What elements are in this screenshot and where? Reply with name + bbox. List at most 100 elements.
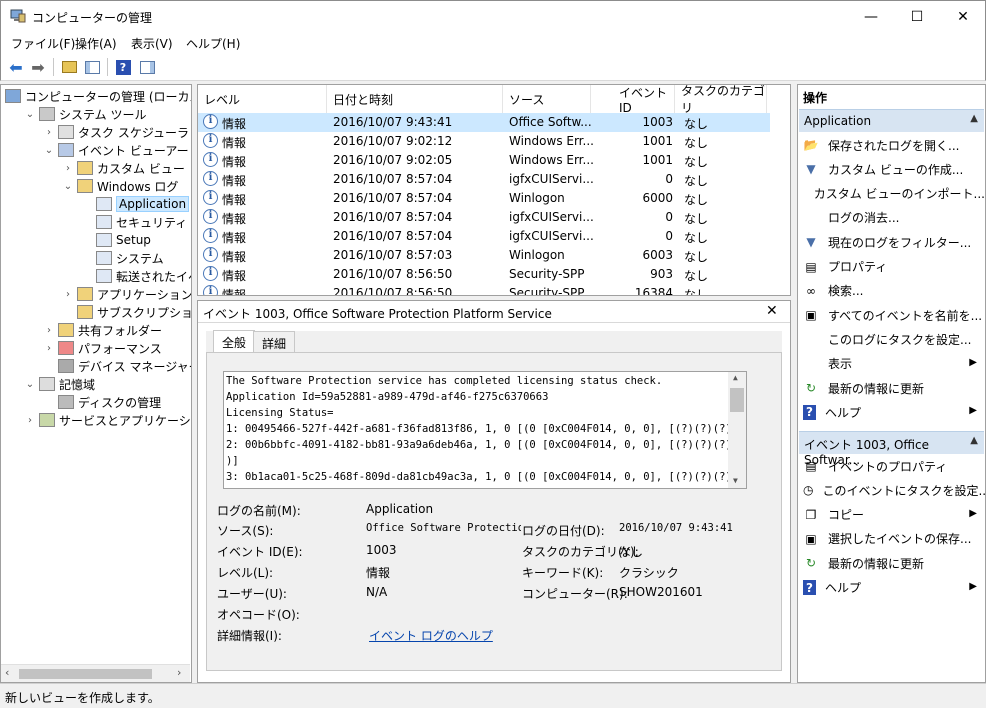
collapse-icon[interactable]: ▲ <box>970 435 978 446</box>
tree-node[interactable]: ⌄ 記憶域 <box>24 375 95 393</box>
action-item[interactable]: ↻ 最新の情報に更新 <box>798 376 985 400</box>
action-item[interactable]: ▤ プロパティ <box>798 255 985 279</box>
collapse-icon[interactable]: ▲ <box>970 113 978 124</box>
scroll-right-icon[interactable]: › <box>177 666 181 679</box>
action-item[interactable]: 表示 ▶ <box>798 352 985 376</box>
table-row[interactable]: i 情報 2016/10/07 8:57:04 igfxCUIServi... 0 なし <box>198 227 770 246</box>
action-item[interactable]: ↻ 最新の情報に更新 <box>798 551 985 575</box>
tree-node[interactable]: › パフォーマンス <box>43 339 162 357</box>
action-item[interactable]: ? ヘルプ ▶ <box>798 576 985 600</box>
action-item[interactable]: カスタム ビューのインポート... <box>798 182 985 206</box>
column-header-event-id[interactable]: イベント ID <box>591 85 675 115</box>
tab-details[interactable]: 詳細 <box>253 331 296 353</box>
tree-node[interactable]: ⌄ Windows ログ <box>62 177 178 195</box>
table-row[interactable]: i 情報 2016/10/07 8:57:04 igfxCUIServi... 0 なし <box>198 208 770 227</box>
action-item[interactable]: ▣ すべてのイベントを名前を... <box>798 303 985 327</box>
column-header-source[interactable]: ソース <box>503 85 591 113</box>
tree-node[interactable]: 転送されたイベント <box>81 267 191 285</box>
menu-action[interactable]: 操作(A) <box>75 35 117 52</box>
tree-horizontal-scrollbar[interactable]: ‹ › <box>1 664 190 682</box>
tree-node[interactable]: サブスクリプション <box>62 303 191 321</box>
action-item[interactable]: ログの消去... <box>798 206 985 230</box>
expander-icon[interactable]: ⌄ <box>43 145 55 156</box>
event-description-box[interactable]: The Software Protection service has comp… <box>223 371 747 489</box>
expander-icon[interactable]: › <box>43 325 55 336</box>
close-button[interactable]: ✕ <box>940 1 986 32</box>
action-item[interactable]: ? ヘルプ ▶ <box>798 400 985 424</box>
task-category-cell: なし <box>684 269 709 283</box>
table-row[interactable]: i 情報 2016/10/07 9:02:12 Windows Err... 1001 な… <box>198 132 770 151</box>
actions-section-application[interactable]: Application ▲ <box>799 109 984 132</box>
copy-icon: ❐ <box>805 507 817 522</box>
tree-node[interactable]: › カスタム ビュー <box>62 159 185 177</box>
column-header-task-category[interactable]: タスクのカテゴリ <box>675 85 767 115</box>
up-folder-button[interactable] <box>59 57 79 77</box>
tree-node[interactable]: ディスクの管理 <box>43 393 161 411</box>
scroll-thumb[interactable] <box>19 669 152 679</box>
expander-icon[interactable]: › <box>24 415 36 426</box>
description-scrollbar[interactable]: ▲ ▼ <box>728 372 746 488</box>
tree-node[interactable]: › 共有フォルダー <box>43 321 162 339</box>
tree-node[interactable]: › サービスとアプリケーション <box>24 411 191 429</box>
expander-icon[interactable]: ⌄ <box>24 109 36 120</box>
table-row[interactable]: i 情報 2016/10/07 9:02:05 Windows Err... 1001 な… <box>198 151 770 170</box>
scroll-left-icon[interactable]: ‹ <box>5 666 9 679</box>
console-tree: コンピューターの管理 (ローカル) ⌄ システム ツール › タスク スケジューラ ⌄ イベ… <box>0 84 192 683</box>
level-cell: 情報 <box>222 269 247 283</box>
action-item[interactable]: 📂 保存されたログを開く... <box>798 133 985 157</box>
expander-icon[interactable]: › <box>43 127 55 138</box>
action-item[interactable]: このログにタスクを設定... <box>798 327 985 351</box>
action-label: カスタム ビューの作成... <box>828 162 964 177</box>
expander-icon[interactable]: › <box>62 163 74 174</box>
table-row[interactable]: i 情報 2016/10/07 8:57:03 Winlogon 6003 なし <box>198 246 770 265</box>
table-row[interactable]: i 情報 2016/10/07 8:57:04 igfxCUIServi... 0 なし <box>198 170 770 189</box>
forward-button[interactable]: ➡ <box>28 57 48 77</box>
menu-view[interactable]: 表示(V) <box>131 35 173 52</box>
tab-general[interactable]: 全般 <box>213 330 256 353</box>
tree-node[interactable]: セキュリティ <box>81 213 187 231</box>
column-header-datetime[interactable]: 日付と時刻 <box>327 85 503 113</box>
back-button[interactable]: ⬅ <box>6 57 26 77</box>
tree-node[interactable]: Application <box>81 195 190 213</box>
column-header-level[interactable]: レベル <box>198 85 327 113</box>
tree-node[interactable]: ⌄ システム ツール <box>24 105 146 123</box>
tree-node[interactable]: システム <box>81 249 164 267</box>
actions-section-event[interactable]: イベント 1003, Office Softwar... ▲ <box>799 431 984 467</box>
table-row[interactable]: i 情報 2016/10/07 8:56:50 Security-SPP 903 なし <box>198 265 770 284</box>
action-label: プロパティ <box>828 260 888 274</box>
expander-icon[interactable]: ⌄ <box>24 379 36 390</box>
action-item[interactable]: ▣ 選択したイベントの保存... <box>798 527 985 551</box>
tree-node[interactable]: Setup <box>81 231 151 249</box>
table-row[interactable]: i 情報 2016/10/07 8:57:04 Winlogon 6000 なし <box>198 189 770 208</box>
tree-node[interactable]: › タスク スケジューラ <box>43 123 189 141</box>
expander-icon[interactable]: › <box>62 289 74 300</box>
menu-file[interactable]: ファイル(F) <box>11 35 75 52</box>
show-hide-tree-button[interactable] <box>82 57 102 77</box>
table-row[interactable]: i 情報 2016/10/07 8:56:50 Security-SPP 16384 なし <box>198 284 770 295</box>
show-hide-action-pane-button[interactable] <box>137 57 157 77</box>
event-log-help-link[interactable]: イベント ログのヘルプ <box>369 627 493 644</box>
action-item[interactable]: ∞ 検索... <box>798 279 985 303</box>
minimize-button[interactable]: — <box>848 1 894 32</box>
tree-node[interactable]: ⌄ イベント ビューアー <box>43 141 189 159</box>
log-name-label: ログの名前(M): <box>217 504 301 518</box>
menu-help[interactable]: ヘルプ(H) <box>186 35 240 52</box>
action-item[interactable]: ❐ コピー ▶ <box>798 503 985 527</box>
tree-node[interactable]: › アプリケーションとサービ <box>62 285 191 303</box>
help-button[interactable]: ? <box>113 57 133 77</box>
action-item[interactable]: ◷ このイベントにタスクを設定... <box>798 478 985 502</box>
close-detail-icon[interactable]: ✕ <box>766 303 778 319</box>
tree-node[interactable]: コンピューターの管理 (ローカル) <box>5 87 191 105</box>
action-item[interactable]: ▤ イベントのプロパティ <box>798 454 985 478</box>
actions-header: 操作 <box>798 85 985 107</box>
tree-node[interactable]: デバイス マネージャー <box>43 357 191 375</box>
maximize-button[interactable]: ☐ <box>894 1 940 32</box>
datetime-cell: 2016/10/07 8:57:03 <box>333 248 453 262</box>
expander-icon[interactable]: ⌄ <box>62 181 74 192</box>
open-folder-icon: 📂 <box>803 138 819 152</box>
action-item[interactable]: ▼ カスタム ビューの作成... <box>798 157 985 181</box>
action-item[interactable]: ▼ 現在のログをフィルター... <box>798 230 985 254</box>
table-row[interactable]: i 情報 2016/10/07 9:43:41 Office Softw... 1003… <box>198 113 770 132</box>
expander-icon[interactable]: › <box>43 343 55 354</box>
folder-icon <box>77 161 93 175</box>
